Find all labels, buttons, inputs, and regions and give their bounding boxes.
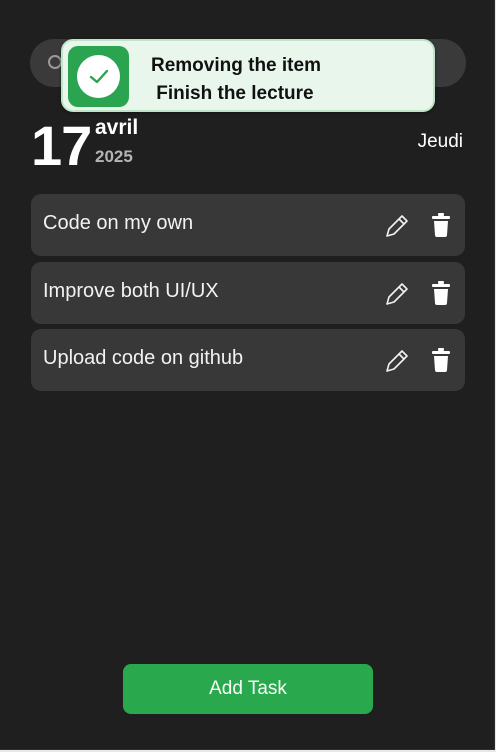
pencil-icon — [386, 215, 408, 237]
task-item: Upload code on github — [31, 329, 465, 391]
toast-icon-box — [68, 46, 129, 107]
edit-task-button[interactable] — [384, 213, 410, 239]
task-item: Improve both UI/UX — [31, 262, 465, 324]
task-label: Upload code on github — [43, 347, 244, 369]
delete-task-button[interactable] — [431, 348, 451, 372]
task-label: Code on my own — [43, 212, 194, 234]
check-icon — [77, 55, 120, 98]
task-item: Code on my own — [31, 194, 465, 256]
toast-notification: Removing the item Finish the lecture — [61, 39, 435, 112]
trash-icon — [432, 213, 450, 237]
edit-task-button[interactable] — [384, 348, 410, 374]
pencil-icon — [386, 283, 408, 305]
delete-task-button[interactable] — [431, 281, 451, 305]
add-task-button[interactable]: Add Task — [123, 664, 373, 714]
pencil-icon — [386, 350, 408, 372]
delete-task-button[interactable] — [431, 213, 451, 237]
trash-icon — [432, 281, 450, 305]
toast-message: Removing the item Finish the lecture — [151, 55, 321, 104]
search-icon — [48, 55, 62, 69]
date-month: avril — [95, 116, 139, 139]
date-year: 2025 — [95, 147, 133, 166]
todo-app: 17 avril 2025 Jeudi Code on my own Impro… — [0, 0, 495, 750]
date-weekday: Jeudi — [417, 131, 463, 152]
edit-task-button[interactable] — [384, 281, 410, 307]
task-label: Improve both UI/UX — [43, 280, 219, 302]
date-day: 17 — [31, 114, 92, 177]
trash-icon — [432, 348, 450, 372]
